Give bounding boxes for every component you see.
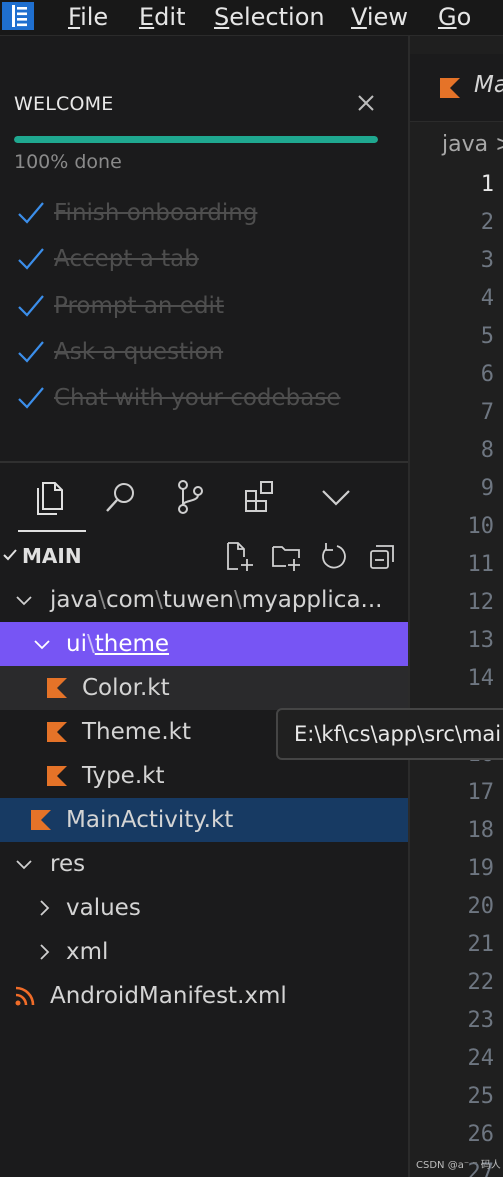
kotlin-file-icon [31, 810, 51, 830]
task-label: Finish onboarding [54, 200, 258, 226]
line-number: 26 [467, 1122, 495, 1147]
collapse-all-icon[interactable] [366, 540, 398, 572]
new-folder-icon[interactable] [270, 540, 302, 572]
chevron-down-icon[interactable] [313, 474, 359, 520]
tree-item-label: Color.kt [82, 675, 170, 701]
check-icon [18, 248, 44, 270]
kotlin-file-icon [47, 722, 67, 742]
tree-item-res[interactable]: res [0, 842, 408, 886]
tree-item-color-kt[interactable]: Color.kt [0, 666, 408, 710]
progress-bar [14, 136, 378, 143]
line-number: 2 [480, 210, 494, 235]
line-number: 6 [480, 362, 494, 387]
line-number: 24 [467, 1046, 495, 1071]
line-number: 21 [467, 932, 495, 957]
task-item: Ask a question [14, 335, 394, 369]
tree-item-type-kt[interactable]: Type.kt [0, 754, 408, 798]
chevron-down-icon [34, 640, 50, 650]
line-number: 4 [480, 286, 494, 311]
line-number: 20 [467, 894, 495, 919]
tooltip-text: E:\kf\cs\app\src\mai [294, 722, 502, 746]
line-number: 23 [467, 1008, 495, 1033]
line-number: 5 [480, 324, 494, 349]
tree-item-label: xml [66, 939, 109, 965]
chevron-down-icon[interactable] [2, 547, 18, 563]
chevron-down-icon [16, 860, 32, 870]
task-label: Accept a tab [54, 246, 199, 272]
close-icon[interactable] [354, 88, 378, 118]
menu-bar: File Edit Selection View Go [0, 0, 503, 36]
breadcrumb[interactable]: java > [442, 132, 503, 157]
task-item: Accept a tab [14, 242, 394, 276]
chevron-down-icon [16, 596, 32, 606]
menu-file[interactable]: File [68, 3, 108, 31]
check-icon [18, 387, 44, 409]
tree-item-label: AndroidManifest.xml [50, 983, 287, 1009]
kotlin-file-icon [440, 78, 460, 98]
line-number: 10 [467, 514, 495, 539]
tree-item-label: ui\theme [66, 631, 170, 657]
path-tooltip: E:\kf\cs\app\src\mai [276, 708, 503, 760]
tree-item-label: Type.kt [82, 763, 165, 789]
menu-edit[interactable]: Edit [139, 3, 185, 31]
tree-item-android-manifest[interactable]: AndroidManifest.xml [0, 974, 408, 1018]
line-number: 25 [467, 1084, 495, 1109]
line-number: 14 [467, 666, 495, 691]
search-icon[interactable] [98, 474, 144, 520]
chevron-right-icon [40, 944, 50, 960]
panel-divider[interactable] [0, 461, 408, 463]
tree-item-java-path[interactable]: java\com\tuwen\myapplica... [0, 578, 408, 622]
line-number: 18 [467, 818, 495, 843]
kotlin-file-icon [47, 678, 67, 698]
task-item: Finish onboarding [14, 196, 394, 230]
task-item: Prompt an edit [14, 289, 394, 323]
new-file-icon[interactable] [223, 540, 255, 572]
tree-item-label: res [50, 851, 86, 877]
explorer-title: MAIN [22, 544, 82, 568]
active-tab-indicator [18, 530, 86, 532]
files-icon[interactable] [28, 474, 74, 520]
line-number: 13 [467, 628, 495, 653]
tree-item-label: java\com\tuwen\myapplica... [50, 587, 383, 613]
progress-fill [14, 136, 378, 143]
tree-item-ui-theme[interactable]: ui\theme [0, 622, 408, 666]
menu-selection[interactable]: Selection [214, 3, 325, 31]
task-item: Chat with your codebase [14, 381, 394, 415]
line-number: 8 [480, 438, 494, 463]
tree-item-values[interactable]: values [0, 886, 408, 930]
menu-go[interactable]: Go [438, 3, 471, 31]
tree-item-label: values [66, 895, 141, 921]
check-icon [18, 295, 44, 317]
welcome-title: WELCOME [14, 93, 114, 115]
kotlin-file-icon [47, 766, 67, 786]
tree-item-xml[interactable]: xml [0, 930, 408, 974]
line-number: 17 [467, 780, 495, 805]
check-icon [18, 341, 44, 363]
watermark: CSDN @a⁻ ⁻ 码人 [416, 1160, 501, 1171]
line-number: 9 [480, 476, 494, 501]
editor-tab-title[interactable]: Ma [474, 72, 503, 98]
line-number: 1 [480, 172, 494, 197]
task-label: Chat with your codebase [54, 385, 341, 411]
task-label: Prompt an edit [54, 293, 224, 319]
check-icon [18, 202, 44, 224]
chevron-right-icon [40, 900, 50, 916]
task-label: Ask a question [54, 339, 224, 365]
line-number: 11 [467, 552, 495, 577]
progress-text: 100% done [14, 151, 122, 173]
extensions-icon[interactable] [238, 474, 284, 520]
app-logo-icon[interactable] [2, 2, 34, 30]
line-number: 22 [467, 970, 495, 995]
tree-item-label: MainActivity.kt [66, 807, 234, 833]
tree-item-main-activity-kt[interactable]: MainActivity.kt [0, 798, 408, 842]
line-number: 12 [467, 590, 495, 615]
rss-icon [15, 986, 35, 1006]
tree-item-label: Theme.kt [82, 719, 191, 745]
menu-view[interactable]: View [351, 3, 408, 31]
refresh-icon[interactable] [317, 540, 349, 572]
source-control-icon[interactable] [167, 474, 213, 520]
line-number: 3 [480, 248, 494, 273]
line-number: 19 [467, 856, 495, 881]
line-number: 7 [480, 400, 494, 425]
